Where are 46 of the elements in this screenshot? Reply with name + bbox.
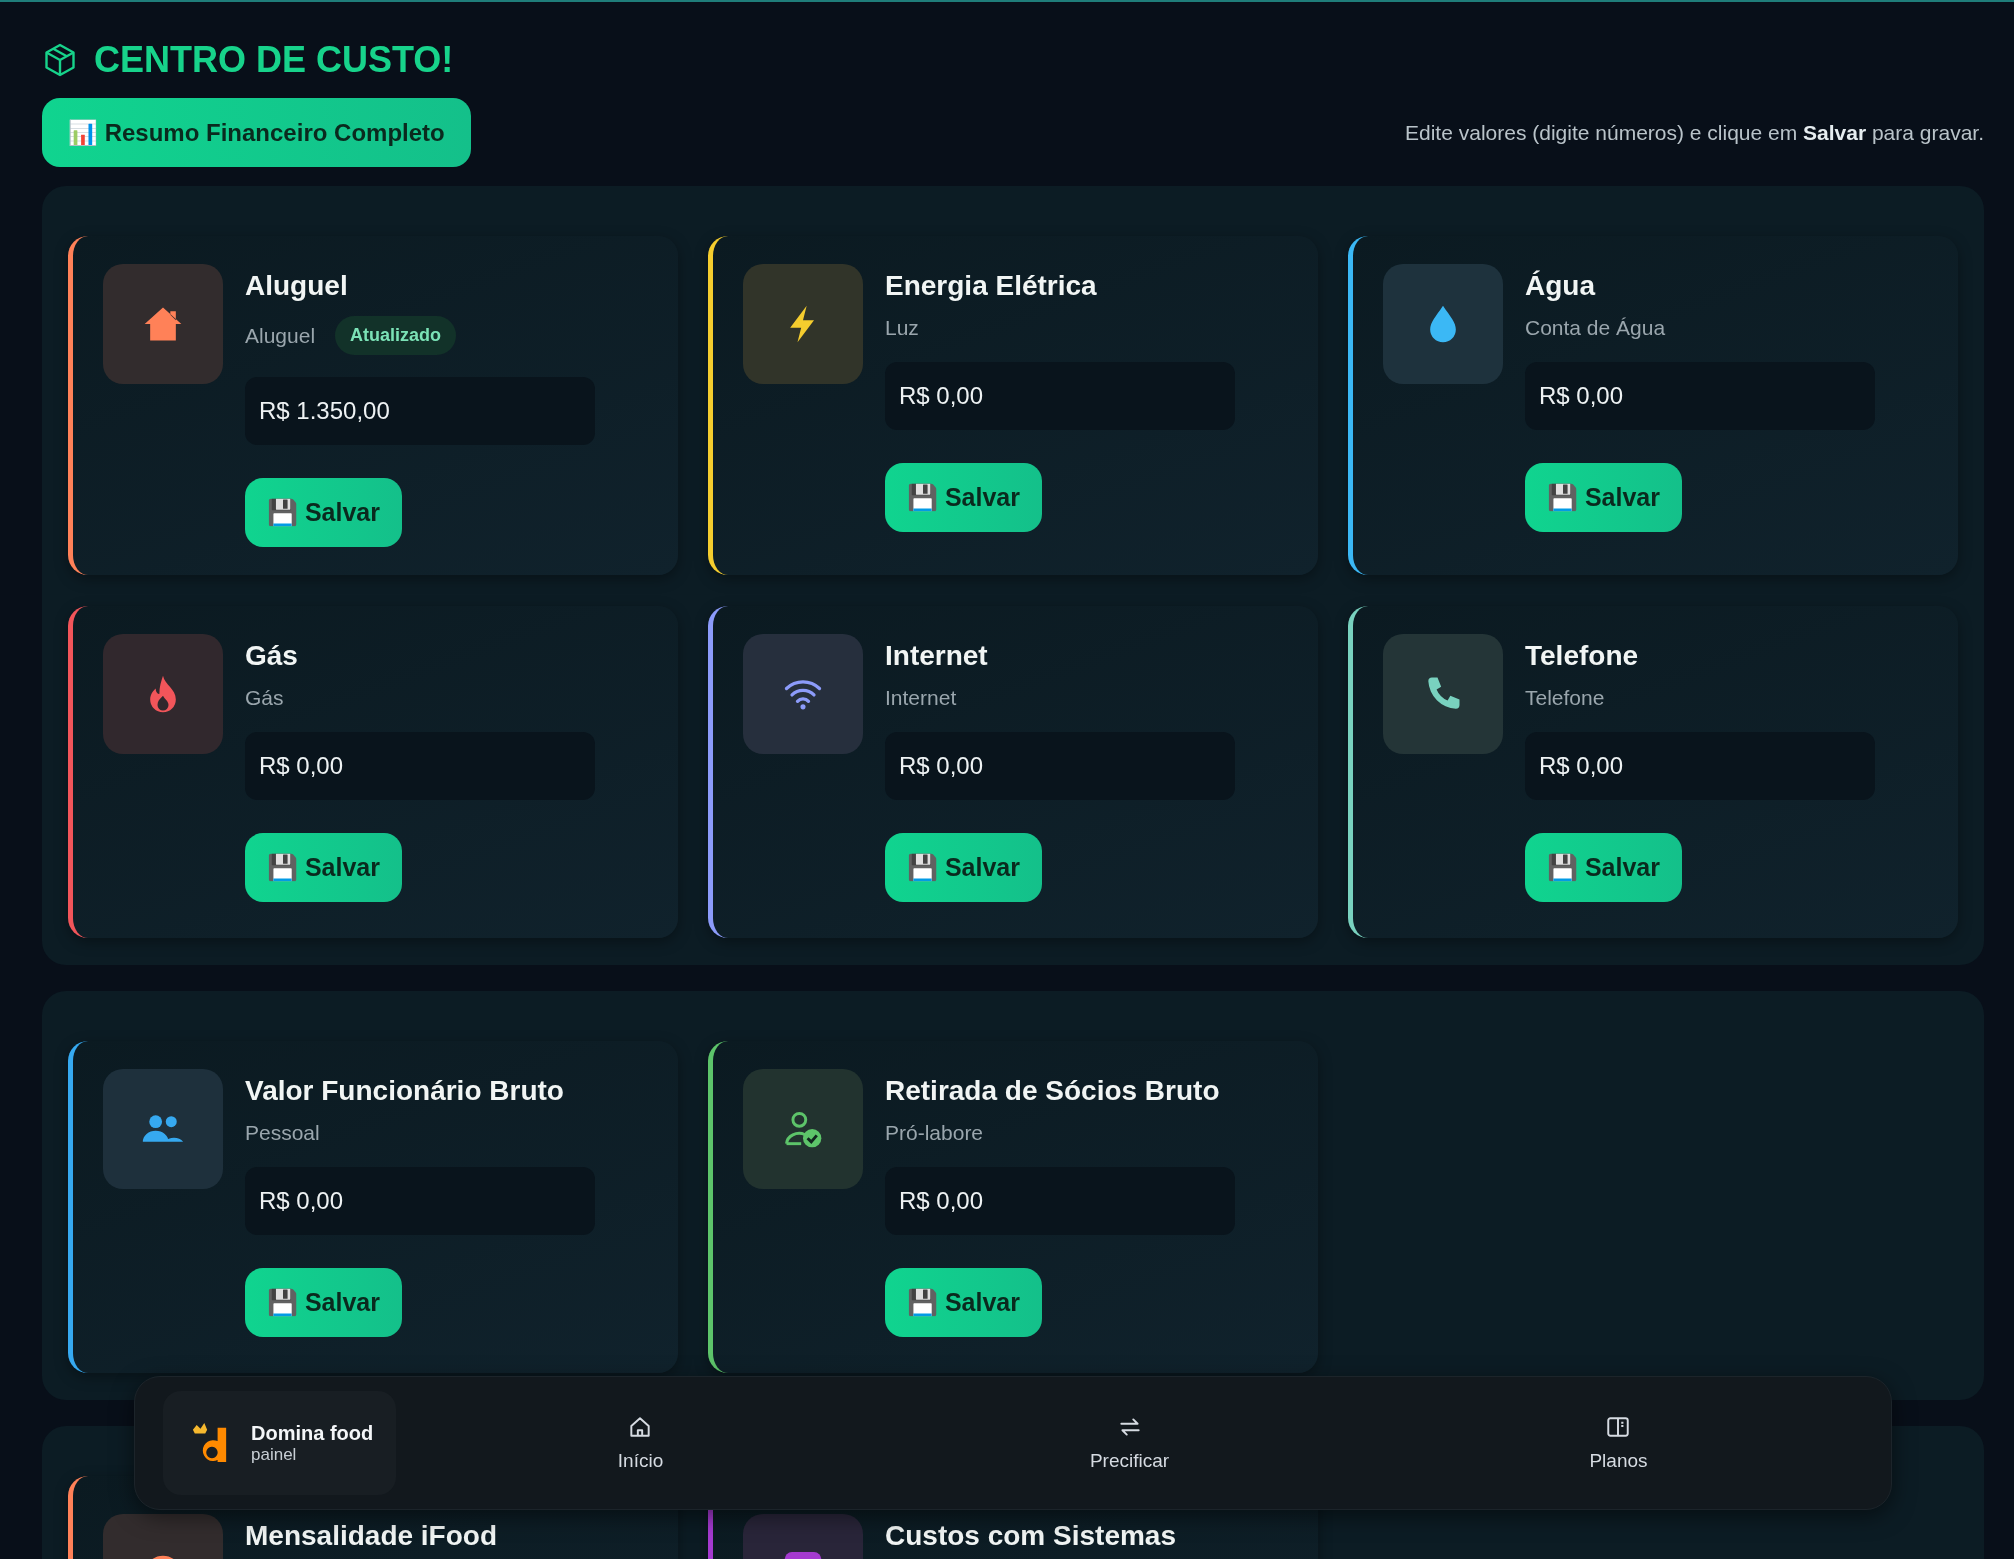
card-title: Gás: [245, 640, 298, 672]
card-title: Água: [1525, 270, 1595, 302]
crowned-d-logo-icon: [191, 1422, 229, 1464]
card-subtitle: Luz: [885, 316, 919, 340]
nav-item[interactable]: Precificar: [1089, 1414, 1170, 1472]
save-button[interactable]: 💾 Salvar: [245, 833, 402, 902]
nav-item[interactable]: Planos: [1589, 1414, 1648, 1472]
value-field[interactable]: R$ 0,00: [1525, 362, 1875, 430]
save-button[interactable]: 💾 Salvar: [885, 1268, 1042, 1337]
card-title: Internet: [885, 640, 988, 672]
brand-subtitle: painel: [251, 1444, 298, 1465]
value-field[interactable]: R$ 1.350,00: [245, 377, 595, 445]
panel-layout-icon: [1605, 1414, 1632, 1440]
card-subtitle: Telefone: [1525, 686, 1605, 710]
box-icon: [42, 42, 78, 78]
save-button[interactable]: 💾 Salvar: [885, 833, 1042, 902]
value-field[interactable]: R$ 0,00: [1525, 732, 1875, 800]
value-field[interactable]: R$ 0,00: [245, 1167, 595, 1235]
value-field[interactable]: R$ 0,00: [885, 1167, 1235, 1235]
card-subtitle: Conta de Água: [1525, 316, 1666, 340]
card-title: Aluguel: [245, 270, 348, 302]
card-subtitle: Pró-labore: [885, 1121, 984, 1145]
card-subtitle: Pessoal: [245, 1121, 320, 1145]
card-title: Valor Funcionário Bruto: [245, 1075, 564, 1107]
card-title: Retirada de Sócios Bruto: [885, 1075, 1220, 1107]
card-subtitle: Gás: [245, 686, 284, 710]
value-field[interactable]: R$ 0,00: [885, 362, 1235, 430]
brand-name: Domina food: [251, 1421, 374, 1445]
card-subtitle: Internet: [885, 686, 957, 710]
card-subtitle: Aluguel: [245, 323, 316, 348]
save-button[interactable]: 💾 Salvar: [245, 1268, 402, 1337]
nav-item[interactable]: Início: [617, 1414, 664, 1472]
save-button[interactable]: 💾 Salvar: [245, 478, 402, 547]
card-title: Telefone: [1525, 640, 1639, 672]
page-title: CENTRO DE CUSTO!: [94, 39, 454, 81]
save-button[interactable]: 💾 Salvar: [1525, 833, 1682, 902]
hint-text: Edite valores (digite números) e clique em Salvar para gravar.: [1405, 120, 1984, 145]
card-title: Energia Elétrica: [885, 270, 1097, 302]
save-button[interactable]: 💾 Salvar: [1525, 463, 1682, 532]
value-field[interactable]: R$ 0,00: [245, 732, 595, 800]
card-title: Mensalidade iFood: [245, 1520, 498, 1552]
save-button[interactable]: 💾 Salvar: [885, 463, 1042, 532]
card-title: Custos com Sistemas: [885, 1520, 1176, 1552]
status-badge: Atualizado: [335, 316, 457, 355]
value-field[interactable]: R$ 0,00: [885, 732, 1235, 800]
summary-button[interactable]: 📊 Resumo Financeiro Completo: [42, 98, 471, 167]
